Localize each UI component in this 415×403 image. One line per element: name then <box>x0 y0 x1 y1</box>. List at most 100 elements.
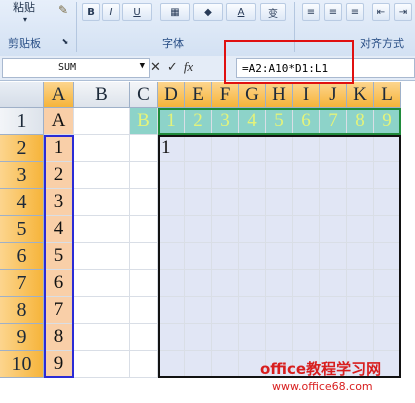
italic-button[interactable]: I <box>102 3 120 21</box>
cell-g1[interactable]: 4 <box>239 108 266 135</box>
cell-a7[interactable]: 6 <box>44 270 74 297</box>
cell-l3[interactable] <box>374 162 401 189</box>
row-header-3[interactable]: 3 <box>0 162 44 189</box>
enter-icon[interactable]: ✓ <box>167 60 178 75</box>
cell-i6[interactable] <box>293 243 320 270</box>
cell-d8[interactable] <box>158 297 185 324</box>
cell-f7[interactable] <box>212 270 239 297</box>
cell-c4[interactable] <box>130 189 158 216</box>
cell-k4[interactable] <box>347 189 374 216</box>
cell-c6[interactable] <box>130 243 158 270</box>
paste-dropdown-icon[interactable]: ▾ <box>20 14 30 24</box>
cell-c1[interactable]: B <box>130 108 158 135</box>
cell-i5[interactable] <box>293 216 320 243</box>
cell-c10[interactable] <box>130 351 158 378</box>
row-header-9[interactable]: 9 <box>0 324 44 351</box>
cell-f5[interactable] <box>212 216 239 243</box>
cell-i2[interactable] <box>293 135 320 162</box>
fill-color-button[interactable]: ◆ <box>193 3 223 21</box>
cell-a10[interactable]: 9 <box>44 351 74 378</box>
cell-a1[interactable]: A <box>44 108 74 135</box>
cell-g3[interactable] <box>239 162 266 189</box>
cell-e2[interactable] <box>185 135 212 162</box>
cell-b8[interactable] <box>74 297 130 324</box>
cell-f2[interactable] <box>212 135 239 162</box>
cell-l4[interactable] <box>374 189 401 216</box>
cell-e3[interactable] <box>185 162 212 189</box>
cell-g4[interactable] <box>239 189 266 216</box>
cell-f10[interactable] <box>212 351 239 378</box>
cell-e4[interactable] <box>185 189 212 216</box>
column-header-k[interactable]: K <box>347 82 374 108</box>
cell-j3[interactable] <box>320 162 347 189</box>
cell-d5[interactable] <box>158 216 185 243</box>
row-header-5[interactable]: 5 <box>0 216 44 243</box>
cell-c3[interactable] <box>130 162 158 189</box>
column-header-h[interactable]: H <box>266 82 293 108</box>
cell-e10[interactable] <box>185 351 212 378</box>
column-header-l[interactable]: L <box>374 82 401 108</box>
cell-e9[interactable] <box>185 324 212 351</box>
cell-b2[interactable] <box>74 135 130 162</box>
cell-b5[interactable] <box>74 216 130 243</box>
column-header-f[interactable]: F <box>212 82 239 108</box>
cell-j8[interactable] <box>320 297 347 324</box>
column-header-j[interactable]: J <box>320 82 347 108</box>
cell-d3[interactable] <box>158 162 185 189</box>
column-header-a[interactable]: A <box>44 82 74 108</box>
cell-b6[interactable] <box>74 243 130 270</box>
cell-c2[interactable] <box>130 135 158 162</box>
cell-b4[interactable] <box>74 189 130 216</box>
cell-h4[interactable] <box>266 189 293 216</box>
cell-l7[interactable] <box>374 270 401 297</box>
cell-c9[interactable] <box>130 324 158 351</box>
cell-k9[interactable] <box>347 324 374 351</box>
cell-j7[interactable] <box>320 270 347 297</box>
cell-b9[interactable] <box>74 324 130 351</box>
cell-g8[interactable] <box>239 297 266 324</box>
cell-f4[interactable] <box>212 189 239 216</box>
clipboard-launcher-icon[interactable]: ⬊ <box>60 36 70 46</box>
cell-i7[interactable] <box>293 270 320 297</box>
cell-d2[interactable]: 1 <box>158 135 185 162</box>
row-header-7[interactable]: 7 <box>0 270 44 297</box>
cell-l8[interactable] <box>374 297 401 324</box>
cell-j2[interactable] <box>320 135 347 162</box>
cell-d6[interactable] <box>158 243 185 270</box>
column-header-g[interactable]: G <box>239 82 266 108</box>
name-box[interactable]: SUM ▼ <box>2 58 150 78</box>
cell-g7[interactable] <box>239 270 266 297</box>
cell-h8[interactable] <box>266 297 293 324</box>
cell-h7[interactable] <box>266 270 293 297</box>
cell-j4[interactable] <box>320 189 347 216</box>
column-header-c[interactable]: C <box>130 82 158 108</box>
cell-k5[interactable] <box>347 216 374 243</box>
column-header-d[interactable]: D <box>158 82 185 108</box>
align-left-button[interactable]: ≡ <box>302 3 320 21</box>
cell-d9[interactable] <box>158 324 185 351</box>
row-header-8[interactable]: 8 <box>0 297 44 324</box>
cell-a9[interactable]: 8 <box>44 324 74 351</box>
cell-f3[interactable] <box>212 162 239 189</box>
column-header-i[interactable]: I <box>293 82 320 108</box>
cell-i9[interactable] <box>293 324 320 351</box>
cell-c8[interactable] <box>130 297 158 324</box>
cell-g6[interactable] <box>239 243 266 270</box>
cell-h5[interactable] <box>266 216 293 243</box>
cell-k7[interactable] <box>347 270 374 297</box>
cell-e7[interactable] <box>185 270 212 297</box>
underline-button[interactable]: U <box>122 3 152 21</box>
cell-l2[interactable] <box>374 135 401 162</box>
cell-l1[interactable]: 9 <box>374 108 401 135</box>
cell-l9[interactable] <box>374 324 401 351</box>
cell-a8[interactable]: 7 <box>44 297 74 324</box>
cell-c7[interactable] <box>130 270 158 297</box>
cell-j5[interactable] <box>320 216 347 243</box>
cell-g9[interactable] <box>239 324 266 351</box>
cell-h2[interactable] <box>266 135 293 162</box>
column-header-b[interactable]: B <box>74 82 130 108</box>
cell-f6[interactable] <box>212 243 239 270</box>
cell-l5[interactable] <box>374 216 401 243</box>
row-header-10[interactable]: 10 <box>0 351 44 378</box>
cell-c5[interactable] <box>130 216 158 243</box>
